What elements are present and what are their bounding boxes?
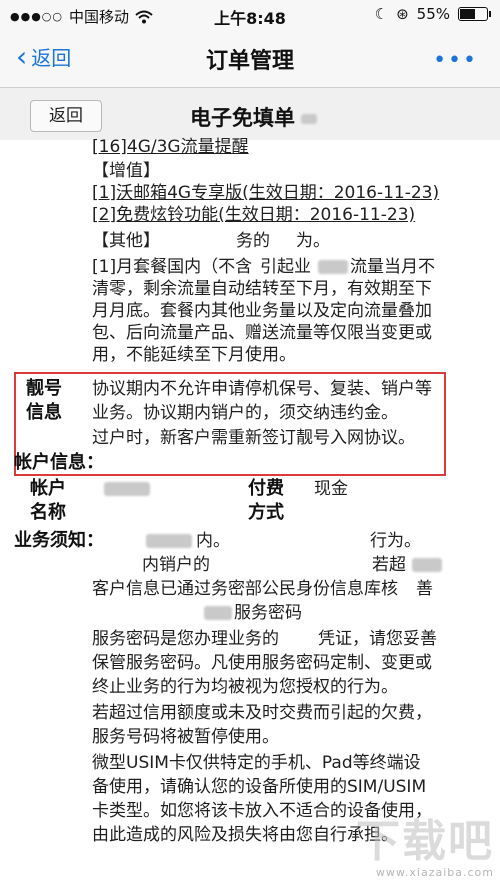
document-body: [16]4G/3G流量提醒 【增值】 [1]沃邮箱4G专享版(生效日期：2016… (0, 137, 500, 887)
notice-line-4: 服务密码 (234, 603, 302, 623)
rotation-lock-icon: ⊛ (396, 5, 409, 23)
package-line-1c: 流量当月不 (350, 257, 435, 277)
redacted-mark (104, 482, 150, 496)
status-bar: ●●●○○ 中国移动 上午8:48 ☾ ⊛ 55% (0, 0, 500, 30)
redacted-mark (301, 114, 317, 124)
package-line-1b: 引起业 (260, 257, 311, 277)
service-line-9: 由此造成的风险及损失将由您自行承担。 (92, 825, 398, 845)
nav-bar: ‹ 返回 订单管理 ••• (0, 30, 500, 88)
item-traffic-reminder: [16]4G/3G流量提醒 (92, 137, 249, 157)
payment-method-value: 现金 (314, 479, 348, 499)
more-options-button[interactable]: ••• (433, 48, 478, 73)
service-line-4: 若超过信用额度或未及时交费而引起的欠费， (92, 703, 432, 723)
notice-fragment-3: 内销户的 (142, 555, 210, 575)
document-header: 返回 电子免填单 (0, 88, 500, 140)
service-line-3: 终止业务的行为均被视为您授权的行为。 (92, 677, 398, 697)
account-label: 帐户 (30, 478, 66, 499)
redacted-mark (204, 606, 232, 620)
package-line-2: 清零，剩余流量自动结转至下月，有效期至下 (92, 279, 432, 299)
status-right: ☾ ⊛ 55% (374, 5, 491, 23)
notice-fragment-2: 行为。 (370, 531, 421, 551)
package-line-5: 用，不能延续至下月使用。 (92, 345, 296, 365)
document-title-text: 电子免填单 (190, 106, 295, 130)
notice-fragment-4: 若超 (372, 555, 406, 575)
beauty-number-label-1: 靓号 (26, 378, 62, 399)
item-ringtone: [2]免费炫铃功能(生效日期：2016-11-23) (92, 205, 416, 225)
watermark-url: www.xiazaiba.com (375, 866, 494, 879)
service-line-7: 备使用，请确认您的设备所使用的SIM/USIM (92, 777, 427, 797)
notice-fragment-1: 内。 (196, 531, 230, 551)
account-info-label: 帐户信息： (14, 452, 104, 473)
service-line-1: 服务密码是您办理业务的 (92, 629, 279, 649)
name-label: 名称 (30, 502, 66, 523)
notice-line-3-end: 善 (416, 579, 433, 599)
beauty-number-label-2: 信息 (26, 402, 62, 423)
moon-icon: ☾ (374, 5, 389, 23)
battery-percent: 55% (416, 5, 450, 23)
business-notice-label: 业务须知： (14, 530, 104, 551)
watermark-logo: 下载吧 (356, 816, 494, 867)
beauty-info-line-1: 协议期内不允许申请停机保号、复装、销户等 (92, 379, 432, 399)
notice-line-3: 客户信息已通过务密部公民身份信息库核 (92, 579, 398, 599)
service-line-6: 微型USIM卡仅供特定的手机、Pad等终端设 (92, 753, 421, 773)
other-fragment-2: 为。 (296, 231, 330, 251)
beauty-info-line-2: 业务。协议期内销户的，须交纳违约金。 (92, 403, 398, 423)
redacted-mark (146, 534, 192, 548)
redacted-mark (318, 260, 348, 274)
item-mailbox: [1]沃邮箱4G专享版(生效日期：2016-11-23) (92, 183, 440, 203)
payment-method-label-2: 方式 (248, 502, 284, 523)
battery-fill (460, 9, 476, 19)
redacted-mark (412, 558, 442, 572)
package-line-4: 包、后向流量产品、赠送流量等仅限当变更或 (92, 323, 432, 343)
beauty-info-line-3: 过户时，新客户需重新签订靓号入网协议。 (92, 428, 415, 448)
payment-method-label-1: 付费 (248, 478, 284, 499)
battery-icon (458, 7, 491, 21)
section-value-added: 【增值】 (92, 161, 160, 181)
package-line-1a: [1]月套餐国内（不含 (92, 257, 253, 277)
service-line-2: 保管服务密码。凡使用服务密码定制、变更或 (92, 653, 432, 673)
document-back-button[interactable]: 返回 (30, 100, 102, 132)
section-other: 【其他】 (92, 231, 160, 251)
service-line-1b: 凭证，请您妥善 (318, 629, 437, 649)
page-title: 订单管理 (205, 49, 294, 74)
package-line-3: 月月底。套餐内其他业务量以及定向流量叠加 (92, 301, 432, 321)
other-fragment-1: 务的 (236, 231, 270, 251)
document-title: 电子免填单 (190, 102, 317, 132)
service-line-5: 服务号码将被暂停使用。 (92, 727, 279, 747)
